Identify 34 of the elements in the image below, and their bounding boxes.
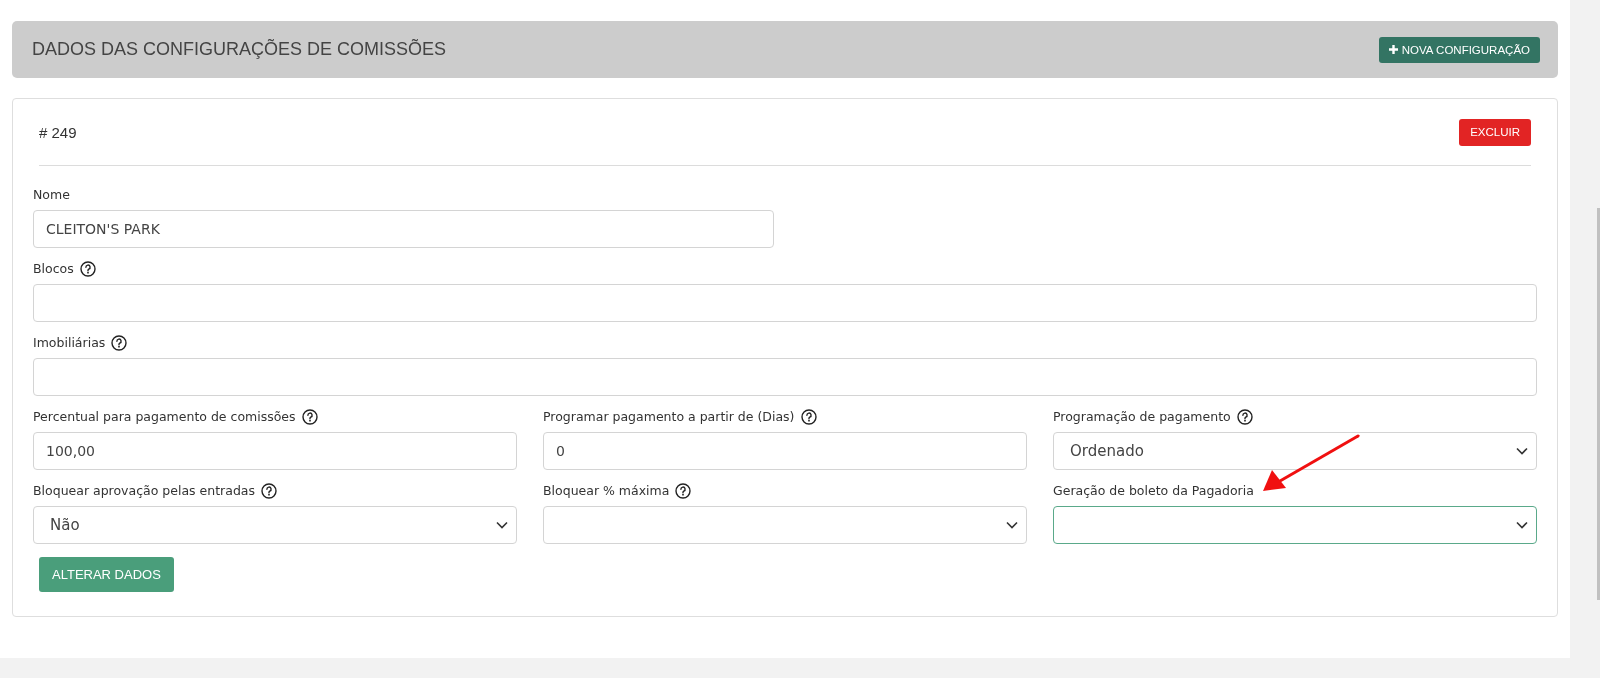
text-field[interactable]: CLEITON'S PARK (33, 210, 774, 248)
plus-icon (1388, 45, 1398, 54)
help-icon[interactable] (675, 482, 692, 499)
help-icon[interactable] (111, 334, 128, 351)
delete-button[interactable]: EXCLUIR (1459, 118, 1531, 146)
configuration-id: # 249 (39, 123, 77, 141)
help-icon[interactable] (800, 408, 817, 425)
select-field[interactable] (543, 506, 1027, 544)
text-field[interactable] (33, 284, 1537, 322)
select-field[interactable]: Ordenado (1053, 432, 1537, 470)
select-field[interactable]: Não (33, 506, 517, 544)
chevron-down-icon (1516, 521, 1528, 529)
field-label: Percentual para pagamento de comissões (33, 409, 296, 424)
help-icon[interactable] (261, 482, 277, 499)
help-icon[interactable] (301, 408, 318, 425)
chevron-down-icon (496, 521, 508, 529)
section-title: DADOS DAS CONFIGURAÇÕES DE COMISSÕES (32, 39, 447, 60)
field-label: Programar pagamento a partir de (Dias) (543, 409, 795, 424)
new-configuration-button[interactable]: NOVA CONFIGURAÇÃO (1378, 36, 1540, 63)
text-field[interactable] (33, 358, 1537, 396)
text-field[interactable]: 100,00 (33, 432, 517, 470)
field-label: Imobiliárias (33, 335, 106, 350)
text-field[interactable]: 0 (543, 432, 1027, 470)
help-icon[interactable] (79, 260, 96, 277)
chevron-down-icon (1006, 521, 1018, 529)
field-label: Blocos (33, 261, 74, 276)
field-label: Geração de boleto da Pagadoria (1053, 483, 1254, 498)
field-label: Nome (33, 187, 70, 202)
field-label: Programação de pagamento (1053, 409, 1231, 424)
help-icon[interactable] (1236, 408, 1253, 425)
field-label: Bloquear % máxima (543, 483, 670, 498)
field-label: Bloquear aprovação pelas entradas (33, 483, 255, 498)
select-field[interactable] (1053, 506, 1537, 544)
chevron-down-icon (1516, 447, 1528, 455)
